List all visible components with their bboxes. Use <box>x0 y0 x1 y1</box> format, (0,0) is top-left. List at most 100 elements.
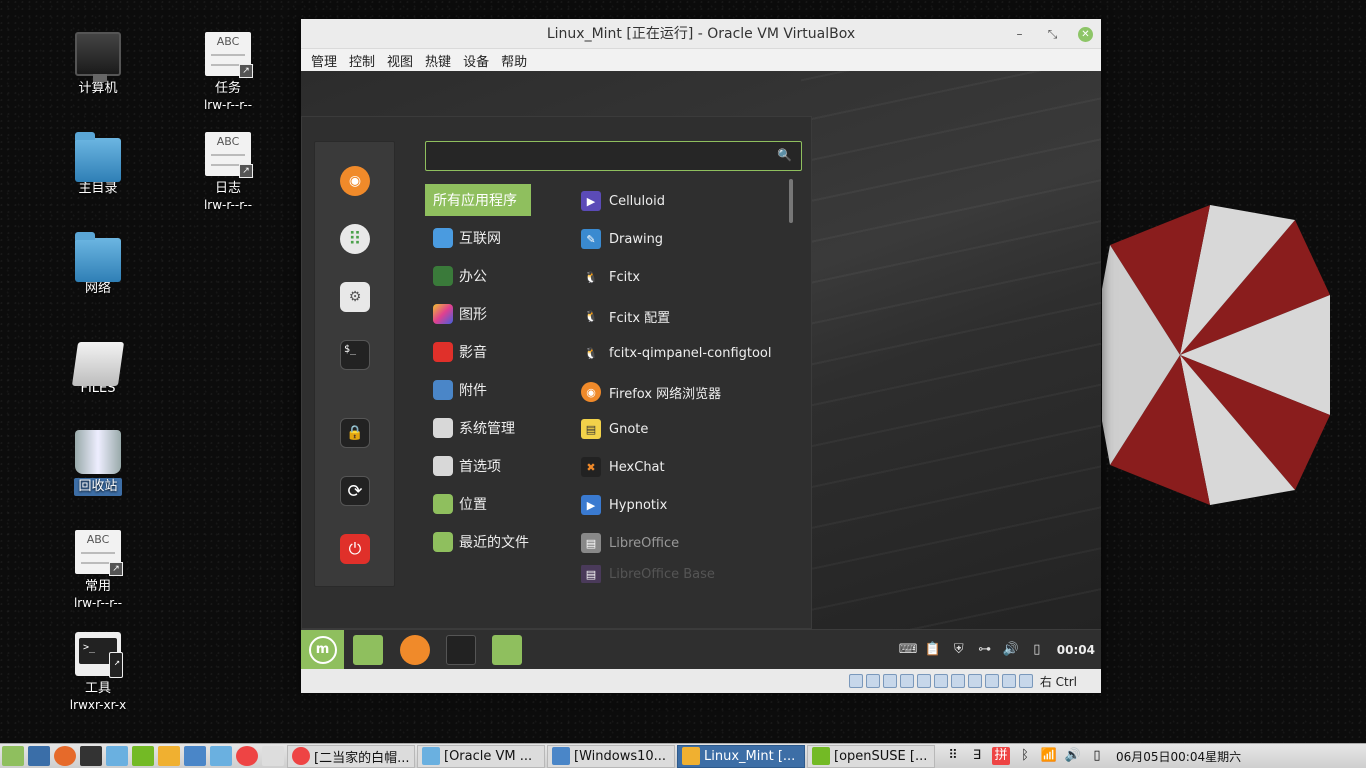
category-internet[interactable]: 互联网 <box>425 222 555 254</box>
shared-folder-icon[interactable] <box>933 674 948 688</box>
category-places[interactable]: 位置 <box>425 488 555 520</box>
hard-disk-icon[interactable] <box>848 674 863 688</box>
desktop-icon-trash[interactable]: 回收站 <box>48 430 148 496</box>
app-hexchat[interactable]: ✖ HexChat <box>581 451 791 483</box>
taskbar-task-active[interactable]: Linux_Mint [... <box>677 744 805 768</box>
category-office[interactable]: 办公 <box>425 260 555 292</box>
settings-icon[interactable]: ⚙ <box>340 282 370 312</box>
recording-icon[interactable] <box>967 674 982 688</box>
show-desktop-icon[interactable] <box>28 746 50 766</box>
virtualbox-icon[interactable] <box>210 746 232 766</box>
category-recent-files[interactable]: 最近的文件 <box>425 526 555 558</box>
menu-view[interactable]: 视图 <box>381 51 419 70</box>
windows10-vm-icon[interactable] <box>184 746 206 766</box>
app-fcitx-qimpanel[interactable]: 🐧 fcitx-qimpanel-configtool <box>581 337 791 369</box>
mouse-integration-icon[interactable] <box>1001 674 1016 688</box>
app-hypnotix[interactable]: ▶ Hypnotix <box>581 489 791 521</box>
taskbar-task[interactable]: [openSUSE [... <box>807 744 935 768</box>
display-icon[interactable] <box>950 674 965 688</box>
close-icon[interactable]: ✕ <box>1078 26 1093 42</box>
menu-hotkeys[interactable]: 热键 <box>419 51 457 70</box>
terminal-launcher-icon[interactable] <box>446 635 476 665</box>
audio-icon[interactable] <box>882 674 897 688</box>
desktop-icon-common[interactable]: ABC ↗ 常用 lrw-r--r-- <box>48 530 148 611</box>
opensuse-icon[interactable] <box>132 746 154 766</box>
menu-machine[interactable]: 管理 <box>305 51 343 70</box>
pinyin-ime-indicator[interactable]: 拼 <box>992 747 1010 765</box>
taskbar-task[interactable]: [Windows10... <box>547 744 675 768</box>
network-icon[interactable]: ⊶ <box>977 642 993 658</box>
optical-drive-icon[interactable] <box>865 674 880 688</box>
keyboard-icon[interactable]: ⌨ <box>899 642 918 658</box>
wifi-icon[interactable]: 📶 <box>1040 747 1058 765</box>
network-adapter-icon[interactable] <box>899 674 914 688</box>
workspace-grid-icon[interactable]: ⠿ <box>944 747 962 765</box>
desktop-icon-tasks[interactable]: ABC ↗ 任务 lrw-r--r-- <box>178 32 278 113</box>
terminal-icon[interactable]: $_ <box>340 340 370 370</box>
app-fcitx-config[interactable]: 🐧 Fcitx 配置 <box>581 300 791 332</box>
menu-help[interactable]: 帮助 <box>495 51 533 70</box>
files-launcher-icon[interactable] <box>353 635 383 665</box>
terminal-icon[interactable] <box>80 746 102 766</box>
category-multimedia[interactable]: 影音 <box>425 336 555 368</box>
desktop-icon-network[interactable]: 网络 <box>48 232 148 298</box>
usb-icon[interactable] <box>916 674 931 688</box>
java-icon[interactable] <box>262 746 284 766</box>
firefox-icon[interactable] <box>54 746 76 766</box>
taskbar-task[interactable]: [Oracle VM ... <box>417 744 545 768</box>
shield-icon[interactable]: ⛨ <box>951 642 967 658</box>
files-icon[interactable] <box>106 746 128 766</box>
category-administration[interactable]: 系统管理 <box>425 412 555 444</box>
taskbar-clock[interactable]: 06月05日00:04星期六 <box>1116 748 1241 765</box>
volume-icon[interactable]: 🔊 <box>1003 642 1019 658</box>
keyboard-capture-icon[interactable] <box>1018 674 1033 688</box>
desktop-icon-home[interactable]: 主目录 <box>48 132 148 198</box>
firefox-launcher-icon[interactable] <box>400 635 430 665</box>
mint-menu-button[interactable]: m <box>301 630 344 670</box>
chrome-icon[interactable] <box>236 746 258 766</box>
desktop-icon-computer[interactable]: 计算机 <box>48 32 148 98</box>
folder-launcher-icon[interactable] <box>492 635 522 665</box>
lock-icon[interactable]: 🔒 <box>340 418 370 448</box>
restore-icon[interactable]: ⤡ <box>1045 27 1060 42</box>
start-menu-icon[interactable] <box>2 746 24 766</box>
app-fcitx[interactable]: 🐧 Fcitx <box>581 261 791 293</box>
host-taskbar: [二当家的白帽... [Oracle VM ... [Windows10... … <box>0 743 1366 768</box>
guest-clock[interactable]: 00:04 <box>1057 643 1095 657</box>
clipboard-icon[interactable]: 📋 <box>925 642 941 658</box>
minimize-icon[interactable]: – <box>1012 27 1027 42</box>
search-input[interactable] <box>432 146 772 166</box>
category-graphics[interactable]: 图形 <box>425 298 555 330</box>
power-icon[interactable]: ⏻ <box>340 534 370 564</box>
volume-icon[interactable]: 🔊 <box>1064 747 1082 765</box>
cpu-icon[interactable] <box>984 674 999 688</box>
category-all-apps[interactable]: 所有应用程序 <box>425 184 531 216</box>
app-drawing[interactable]: ✎ Drawing <box>581 223 791 255</box>
desktop-icon-log[interactable]: ABC ↗ 日志 lrw-r--r-- <box>178 132 278 213</box>
category-accessories[interactable]: 附件 <box>425 374 555 406</box>
firefox-icon[interactable]: ◉ <box>340 166 370 196</box>
taskbar-task[interactable]: [二当家的白帽... <box>287 744 415 768</box>
linux-vm-icon[interactable] <box>158 746 180 766</box>
desktop-icon-files[interactable]: FILES <box>48 332 148 398</box>
app-libreoffice-base[interactable]: ▤ LibreOffice Base <box>581 565 791 583</box>
battery-icon[interactable]: ▯ <box>1088 747 1106 765</box>
app-firefox[interactable]: ◉ Firefox 网络浏览器 <box>581 376 791 408</box>
software-manager-icon[interactable]: ⠿ <box>340 224 370 254</box>
logout-icon[interactable]: ⟳ <box>340 476 370 506</box>
category-preferences[interactable]: 首选项 <box>425 450 555 482</box>
bluetooth-icon[interactable]: ᛒ <box>1016 747 1034 765</box>
menu-devices[interactable]: 设备 <box>457 51 495 70</box>
app-gnote[interactable]: ▤ Gnote <box>581 413 791 445</box>
menu-control[interactable]: 控制 <box>343 51 381 70</box>
guest-display[interactable]: ◉ ⠿ ⚙ $_ 🔒 ⟳ ⏻ 🔍 所有应用程序 互联网 办公 图形 影音 附件 … <box>301 71 1101 629</box>
window-titlebar[interactable]: Linux_Mint [正在运行] - Oracle VM VirtualBox… <box>301 19 1101 49</box>
input-method-icon[interactable]: ∃ <box>968 747 986 765</box>
libreoffice-base-icon: ▤ <box>581 565 601 583</box>
battery-icon[interactable]: ▯ <box>1029 642 1045 658</box>
desktop-icon-tools[interactable]: >_ ↗ 工具 lrwxr-xr-x <box>48 632 148 713</box>
app-celluloid[interactable]: ▶ Celluloid <box>581 185 791 217</box>
apps-scrollbar[interactable] <box>789 179 793 223</box>
app-libreoffice[interactable]: ▤ LibreOffice <box>581 527 791 559</box>
search-box[interactable]: 🔍 <box>425 141 802 171</box>
